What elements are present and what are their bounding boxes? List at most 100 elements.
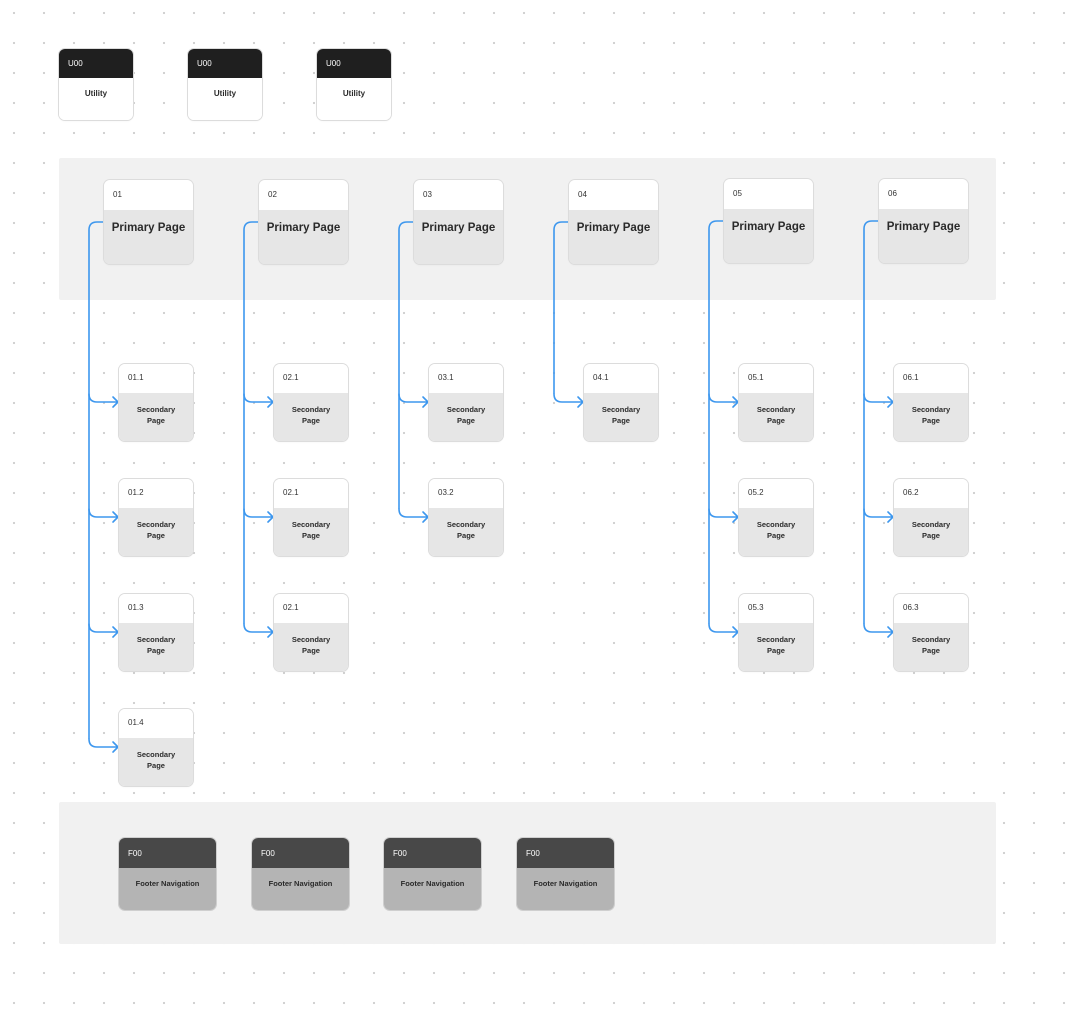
- card-label: Secondary Page: [274, 623, 348, 671]
- card-label: Utility: [317, 78, 391, 120]
- card-label: Secondary Page: [429, 508, 503, 556]
- card-code: F00: [517, 838, 614, 868]
- card-code: U00: [59, 49, 133, 78]
- card-code: 05.3: [739, 594, 813, 623]
- connector-arrow-icon: [243, 393, 274, 408]
- card-label: Secondary Page: [119, 393, 193, 441]
- utility-card[interactable]: U00 Utility: [317, 49, 391, 120]
- card-code: F00: [384, 838, 481, 868]
- card-label: Secondary Page: [739, 508, 813, 556]
- card-label: Primary Page: [724, 209, 813, 263]
- connector-arrow-icon: [88, 508, 119, 523]
- card-label: Secondary Page: [429, 393, 503, 441]
- card-label: Primary Page: [414, 210, 503, 264]
- card-code: 03.1: [429, 364, 503, 393]
- secondary-page-card[interactable]: 02.1 Secondary Page: [274, 594, 348, 671]
- connector-arrow-icon: [88, 623, 119, 638]
- connector-arrow-icon: [88, 738, 119, 753]
- card-label: Secondary Page: [739, 393, 813, 441]
- card-code: 01: [104, 180, 193, 210]
- card-label: Secondary Page: [274, 393, 348, 441]
- connector-arrow-icon: [863, 508, 894, 523]
- secondary-page-card[interactable]: 06.2 Secondary Page: [894, 479, 968, 556]
- connector-arrow-icon: [708, 623, 739, 638]
- primary-page-card[interactable]: 04 Primary Page: [569, 180, 658, 264]
- card-label: Footer Navigation: [252, 868, 349, 910]
- card-label: Primary Page: [569, 210, 658, 264]
- card-code: 03.2: [429, 479, 503, 508]
- connector-arrow-icon: [243, 508, 274, 523]
- primary-page-card[interactable]: 02 Primary Page: [259, 180, 348, 264]
- secondary-page-card[interactable]: 01.2 Secondary Page: [119, 479, 193, 556]
- secondary-page-card[interactable]: 01.3 Secondary Page: [119, 594, 193, 671]
- card-label: Primary Page: [104, 210, 193, 264]
- utility-card[interactable]: U00 Utility: [188, 49, 262, 120]
- connector-arrow-icon: [708, 508, 739, 523]
- card-code: 01.3: [119, 594, 193, 623]
- card-label: Secondary Page: [894, 393, 968, 441]
- footer-navigation-card[interactable]: F00 Footer Navigation: [252, 838, 349, 910]
- secondary-page-card[interactable]: 06.1 Secondary Page: [894, 364, 968, 441]
- primary-page-card[interactable]: 03 Primary Page: [414, 180, 503, 264]
- card-label: Primary Page: [259, 210, 348, 264]
- card-label: Utility: [188, 78, 262, 120]
- secondary-page-card[interactable]: 05.2 Secondary Page: [739, 479, 813, 556]
- connector-arrow-icon: [863, 393, 894, 408]
- card-label: Secondary Page: [119, 623, 193, 671]
- card-code: 01.4: [119, 709, 193, 738]
- secondary-page-card[interactable]: 02.1 Secondary Page: [274, 479, 348, 556]
- card-code: 06.3: [894, 594, 968, 623]
- card-code: 05.2: [739, 479, 813, 508]
- card-label: Secondary Page: [584, 393, 658, 441]
- card-code: 05: [724, 179, 813, 209]
- secondary-page-card[interactable]: 02.1 Secondary Page: [274, 364, 348, 441]
- card-label: Footer Navigation: [517, 868, 614, 910]
- primary-navigation-band: [59, 158, 996, 300]
- footer-navigation-card[interactable]: F00 Footer Navigation: [517, 838, 614, 910]
- card-code: 01.1: [119, 364, 193, 393]
- connector-arrow-icon: [398, 508, 429, 523]
- secondary-page-card[interactable]: 05.3 Secondary Page: [739, 594, 813, 671]
- connector-arrow-icon: [863, 623, 894, 638]
- secondary-page-card[interactable]: 04.1 Secondary Page: [584, 364, 658, 441]
- connector-arrow-icon: [243, 623, 274, 638]
- connector-arrow-icon: [708, 393, 739, 408]
- card-label: Secondary Page: [894, 508, 968, 556]
- footer-navigation-card[interactable]: F00 Footer Navigation: [384, 838, 481, 910]
- card-label: Secondary Page: [274, 508, 348, 556]
- utility-card[interactable]: U00 Utility: [59, 49, 133, 120]
- primary-page-card[interactable]: 01 Primary Page: [104, 180, 193, 264]
- secondary-page-card[interactable]: 03.1 Secondary Page: [429, 364, 503, 441]
- primary-page-card[interactable]: 05 Primary Page: [724, 179, 813, 263]
- connector-arrow-icon: [553, 393, 584, 408]
- card-code: 06: [879, 179, 968, 209]
- card-code: 04: [569, 180, 658, 210]
- secondary-page-card[interactable]: 01.4 Secondary Page: [119, 709, 193, 786]
- card-code: F00: [119, 838, 216, 868]
- card-code: 02.1: [274, 594, 348, 623]
- secondary-page-card[interactable]: 05.1 Secondary Page: [739, 364, 813, 441]
- card-label: Primary Page: [879, 209, 968, 263]
- secondary-page-card[interactable]: 01.1 Secondary Page: [119, 364, 193, 441]
- secondary-page-card[interactable]: 06.3 Secondary Page: [894, 594, 968, 671]
- card-code: 03: [414, 180, 503, 210]
- card-code: 04.1: [584, 364, 658, 393]
- card-code: 06.1: [894, 364, 968, 393]
- card-label: Utility: [59, 78, 133, 120]
- card-label: Secondary Page: [739, 623, 813, 671]
- card-label: Secondary Page: [119, 738, 193, 786]
- card-code: 02.1: [274, 479, 348, 508]
- primary-page-card[interactable]: 06 Primary Page: [879, 179, 968, 263]
- card-code: F00: [252, 838, 349, 868]
- footer-navigation-card[interactable]: F00 Footer Navigation: [119, 838, 216, 910]
- secondary-page-card[interactable]: 03.2 Secondary Page: [429, 479, 503, 556]
- card-label: Footer Navigation: [119, 868, 216, 910]
- card-code: 01.2: [119, 479, 193, 508]
- card-label: Secondary Page: [894, 623, 968, 671]
- card-code: 05.1: [739, 364, 813, 393]
- connector-arrow-icon: [88, 393, 119, 408]
- card-label: Footer Navigation: [384, 868, 481, 910]
- card-code: U00: [188, 49, 262, 78]
- card-label: Secondary Page: [119, 508, 193, 556]
- card-code: 02.1: [274, 364, 348, 393]
